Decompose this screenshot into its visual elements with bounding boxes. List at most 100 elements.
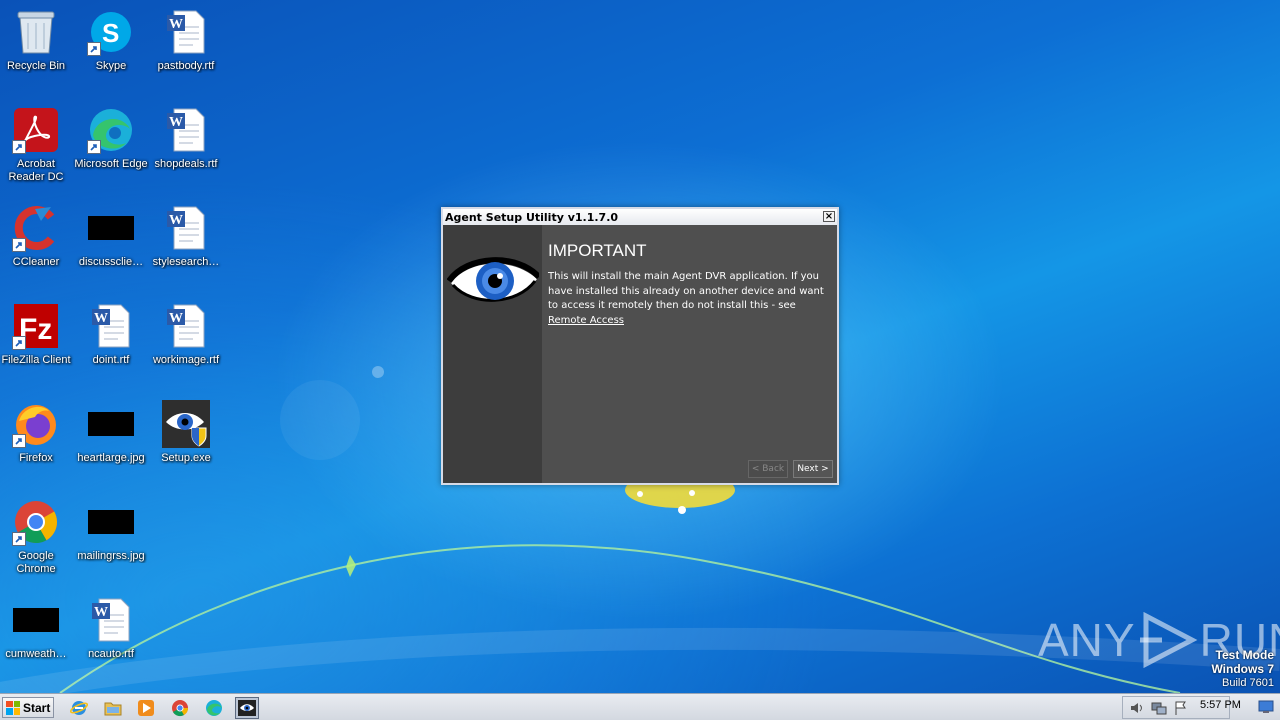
desktop-icon-label: Firefox <box>19 452 53 464</box>
desktop-icon-discussclie[interactable]: discussclie… <box>73 198 149 288</box>
close-button[interactable]: × <box>823 211 835 222</box>
show-desktop-icon[interactable] <box>1258 699 1274 715</box>
desktop-icon-label: Google Chrome <box>16 550 56 575</box>
agent-setup-icon <box>238 700 256 716</box>
desktop-icon-label: stylesearch… <box>152 256 220 268</box>
desktop-icon-firefox[interactable]: Firefox <box>0 394 74 484</box>
word-document-icon: W <box>87 596 135 644</box>
shortcut-arrow-icon <box>87 42 101 56</box>
desktop-icon-setup-exe[interactable]: Setup.exe <box>148 394 224 484</box>
desktop-icon-shopdeals[interactable]: W shopdeals.rtf <box>148 100 224 190</box>
desktop-icon-chrome[interactable]: Google Chrome <box>0 492 74 582</box>
svg-text:W: W <box>169 311 183 326</box>
desktop-icon-label: heartlarge.jpg <box>77 452 145 464</box>
media-player-icon <box>138 700 154 716</box>
desktop-icon-ccleaner[interactable]: CCleaner <box>0 198 74 288</box>
play-triangle-icon <box>1139 612 1197 668</box>
next-button[interactable]: Next > <box>793 460 833 478</box>
desktop-icon-doint[interactable]: W doint.rtf <box>73 296 149 386</box>
desktop-icon-filezilla[interactable]: Fz FileZilla Client <box>0 296 74 386</box>
desktop-icon-skype[interactable]: S Skype <box>73 2 149 92</box>
shortcut-arrow-icon <box>12 140 26 154</box>
word-document-icon: W <box>162 8 210 56</box>
dialog-heading: IMPORTANT <box>548 241 647 260</box>
taskbar-edge[interactable] <box>202 697 226 719</box>
svg-text:W: W <box>94 605 108 620</box>
action-center-flag-icon[interactable] <box>1173 700 1189 716</box>
os-name-line: Windows 7 <box>1211 662 1274 676</box>
start-label: Start <box>23 700 51 715</box>
dialog-titlebar[interactable]: Agent Setup Utility v1.1.7.0 × <box>443 209 837 225</box>
desktop-icon-label: pastbody.rtf <box>157 60 215 72</box>
test-mode-line: Test Mode <box>1215 648 1274 662</box>
file-explorer-icon <box>104 702 122 716</box>
desktop-icon-label: ncauto.rtf <box>88 648 134 660</box>
black-thumbnail-icon <box>87 204 135 252</box>
desktop-icon-stylesearch[interactable]: W stylesearch… <box>148 198 224 288</box>
taskbar-clock[interactable]: 5:57 PM <box>1200 699 1241 711</box>
start-button[interactable]: Start <box>2 697 54 718</box>
word-document-icon: W <box>162 302 210 350</box>
agent-eye-logo-icon <box>447 257 539 302</box>
internet-explorer-icon <box>70 701 88 715</box>
chrome-icon <box>12 498 60 546</box>
agent-eye-shield-icon <box>162 400 210 448</box>
shortcut-arrow-icon <box>12 434 26 448</box>
shortcut-arrow-icon <box>12 532 26 546</box>
desktop-icon-label: Microsoft Edge <box>74 158 148 170</box>
svg-text:S: S <box>102 18 119 48</box>
dialog-title: Agent Setup Utility v1.1.7.0 <box>445 210 619 224</box>
black-thumbnail-icon <box>12 596 60 644</box>
desktop-icon-pastbody[interactable]: W pastbody.rtf <box>148 2 224 92</box>
desktop-icon-label: workimage.rtf <box>152 354 220 366</box>
desktop-icon-cumweath[interactable]: cumweath… <box>0 590 74 680</box>
desktop-icon-ncauto[interactable]: W ncauto.rtf <box>73 590 149 680</box>
black-thumbnail-icon <box>87 400 135 448</box>
desktop-icon-edge[interactable]: Microsoft Edge <box>73 100 149 190</box>
remote-access-link[interactable]: Remote Access <box>548 315 624 326</box>
desktop-icon-label: Skype <box>95 60 127 72</box>
svg-text:W: W <box>94 311 108 326</box>
desktop-icon-label: FileZilla Client <box>1 354 71 366</box>
desktop-icon-mailingrss[interactable]: mailingrss.jpg <box>73 492 149 582</box>
desktop-icon-label: mailingrss.jpg <box>77 550 145 562</box>
word-document-icon: W <box>87 302 135 350</box>
desktop-icon-label: Setup.exe <box>161 452 211 464</box>
desktop-icon-heartlarge[interactable]: heartlarge.jpg <box>73 394 149 484</box>
svg-text:W: W <box>169 115 183 130</box>
desktop-icon-label: shopdeals.rtf <box>154 158 218 170</box>
desktop-icon-label: CCleaner <box>12 256 60 268</box>
agent-setup-dialog: Agent Setup Utility v1.1.7.0 × IMPORTANT… <box>441 207 839 485</box>
volume-icon[interactable] <box>1129 700 1145 716</box>
ccleaner-icon <box>12 204 60 252</box>
taskbar-internet-explorer[interactable] <box>67 697 91 719</box>
desktop-icon-label: Acrobat Reader DC <box>8 158 64 183</box>
svg-text:W: W <box>169 213 183 228</box>
desktop-icon-workimage[interactable]: W workimage.rtf <box>148 296 224 386</box>
shortcut-arrow-icon <box>12 238 26 252</box>
network-icon[interactable] <box>1151 700 1167 716</box>
taskbar-media-player[interactable] <box>134 697 158 719</box>
edge-icon <box>206 700 222 716</box>
back-button[interactable]: < Back <box>748 460 788 478</box>
desktop-icon-label: discussclie… <box>78 256 144 268</box>
black-thumbnail-icon <box>87 498 135 546</box>
filezilla-icon: Fz <box>12 302 60 350</box>
desktop-icon-label: doint.rtf <box>92 354 130 366</box>
taskbar-chrome[interactable] <box>168 697 192 719</box>
chrome-icon <box>172 700 189 717</box>
dialog-message: This will install the main Agent DVR app… <box>548 271 824 311</box>
shortcut-arrow-icon <box>12 336 26 350</box>
windows-flag-icon <box>6 700 20 715</box>
taskbar-file-explorer[interactable] <box>101 697 125 719</box>
dialog-content: IMPORTANT This will install the main Age… <box>542 225 837 483</box>
desktop-icon-recycle-bin[interactable]: Recycle Bin <box>0 2 74 92</box>
desktop-icon-acrobat[interactable]: Acrobat Reader DC <box>0 100 74 190</box>
recycle-bin-icon <box>12 8 60 56</box>
taskbar-agent-setup[interactable] <box>235 697 259 719</box>
firefox-icon <box>12 400 60 448</box>
edge-icon <box>87 106 135 154</box>
test-mode-notice: Test Mode Windows 7 Build 7601 <box>1211 648 1274 690</box>
build-line: Build 7601 <box>1222 677 1274 689</box>
taskbar: Start 5:57 PM <box>0 693 1280 720</box>
